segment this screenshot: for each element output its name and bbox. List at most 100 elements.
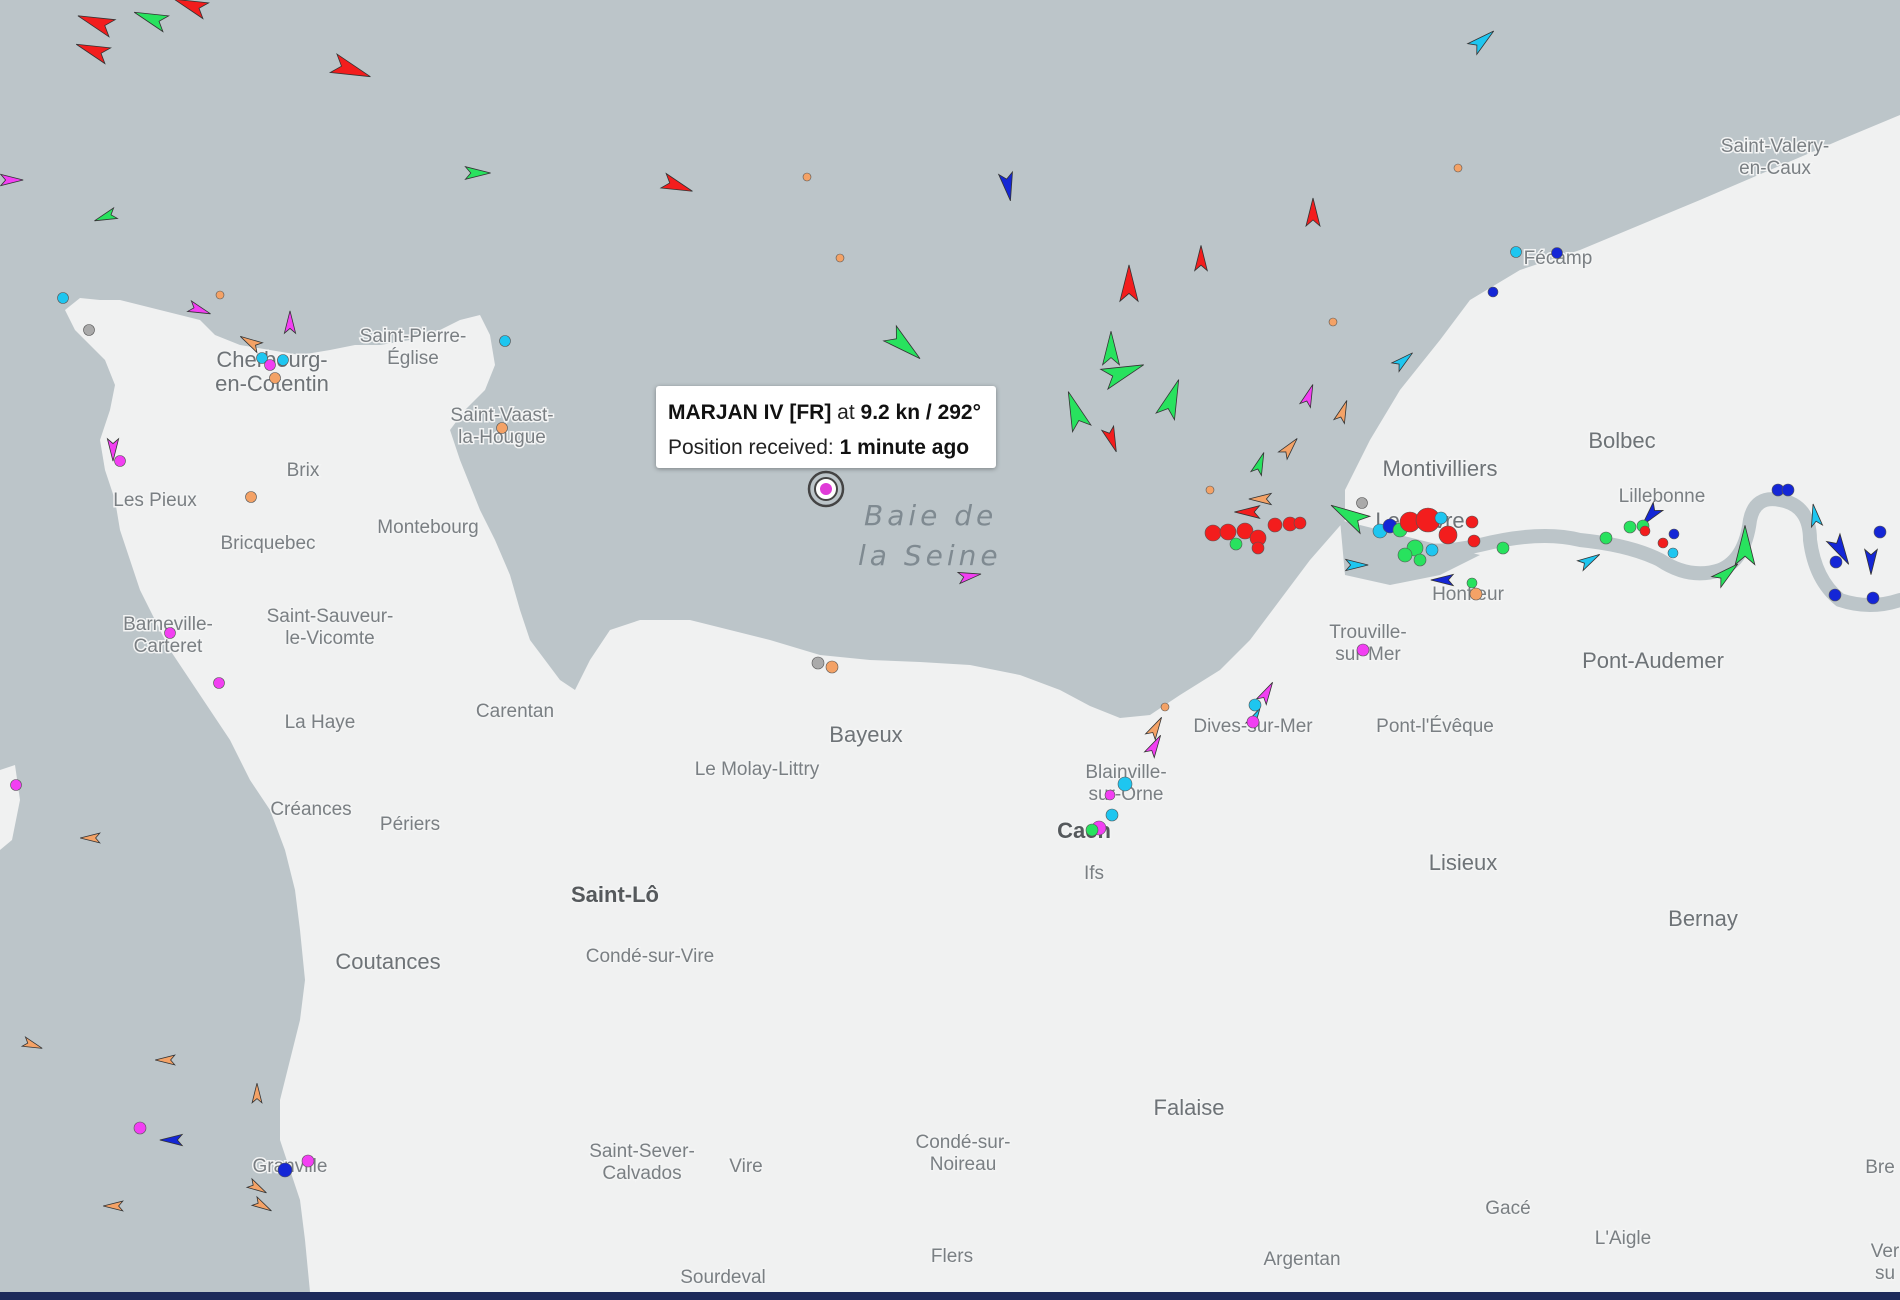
place-label-ifs: Ifs: [1084, 863, 1104, 884]
vessel-dot[interactable]: [1668, 528, 1680, 540]
place-label-falaise: Falaise: [1154, 1095, 1225, 1120]
place-label-carentan: Carentan: [476, 701, 554, 722]
vessel-dot[interactable]: [133, 1121, 147, 1135]
place-label-sourdeval: Sourdeval: [680, 1267, 766, 1288]
vessel-dot[interactable]: [269, 372, 281, 384]
vessel-dot[interactable]: [277, 1162, 293, 1178]
vessel-dot[interactable]: [10, 779, 22, 791]
vessel-dot[interactable]: [1085, 823, 1099, 837]
position-label: Position received:: [668, 436, 834, 459]
vessel-dot[interactable]: [1465, 515, 1479, 529]
place-label-bre: Bre: [1865, 1157, 1895, 1178]
place-label-conde-sur-vire: Condé-sur-Vire: [586, 946, 714, 967]
place-label-montebourg: Montebourg: [377, 517, 478, 538]
vessel-dot[interactable]: [499, 335, 511, 347]
place-label-saint-lo: Saint-Lô: [571, 882, 659, 907]
place-label-la-haye: La Haye: [285, 712, 356, 733]
vessel-dot[interactable]: [1267, 517, 1283, 533]
vessel-dot[interactable]: [1229, 537, 1243, 551]
vessel-dot[interactable]: [1248, 698, 1262, 712]
vessel-dot[interactable]: [57, 292, 69, 304]
vessel-dot[interactable]: [114, 455, 126, 467]
vessel-dot[interactable]: [1466, 577, 1478, 589]
vessel-dot[interactable]: [1639, 525, 1651, 537]
vessel-dot[interactable]: [1205, 485, 1215, 495]
vessel-dot[interactable]: [1453, 163, 1463, 173]
vessel-dot[interactable]: [1438, 525, 1458, 545]
vessel-dot[interactable]: [1251, 541, 1265, 555]
place-label-trouville: Trouville-sur-Mer: [1329, 622, 1406, 665]
vessel-dot[interactable]: [1496, 541, 1510, 555]
place-label-le-molay: Le Molay-Littry: [695, 759, 820, 780]
vessel-dot[interactable]: [264, 359, 276, 371]
vessel-dot[interactable]: [1434, 511, 1448, 525]
vessel-name[interactable]: MARJAN IV [FR]: [668, 401, 831, 424]
vessel-dot[interactable]: [213, 677, 225, 689]
vessel-dot[interactable]: [1551, 247, 1563, 259]
vessel-dot[interactable]: [164, 627, 176, 639]
vessel-dot[interactable]: [1487, 286, 1499, 298]
vessel-dot[interactable]: [1657, 537, 1669, 549]
bottom-bar: [0, 1292, 1900, 1300]
vessel-dot[interactable]: [1356, 497, 1368, 509]
vessel-dot[interactable]: [1599, 531, 1613, 545]
vessel-dot[interactable]: [1828, 588, 1842, 602]
place-label-laigle: L'Aigle: [1595, 1228, 1651, 1249]
place-label-lillebonne: Lillebonne: [1619, 486, 1706, 507]
place-label-cherbourg: Cherbourg-en-Cotentin: [215, 347, 329, 396]
place-label-saint-sauveur: Saint-Sauveur-le-Vicomte: [267, 606, 394, 649]
vessel-dot[interactable]: [1293, 516, 1307, 530]
vessel-dot[interactable]: [1104, 789, 1116, 801]
vessel-dot[interactable]: [1467, 534, 1481, 548]
vessel-dot[interactable]: [1246, 715, 1260, 729]
vessel-map[interactable]: Baie de la Seine Saint-Valery-en-CauxFéc…: [0, 0, 1900, 1300]
place-label-vire: Vire: [729, 1156, 762, 1177]
vessel-dot[interactable]: [277, 354, 289, 366]
vessel-dot[interactable]: [1469, 587, 1483, 601]
vessel-dot[interactable]: [1219, 523, 1237, 541]
vessel-dot[interactable]: [215, 290, 225, 300]
place-label-coutances: Coutances: [335, 949, 440, 974]
vessel-dot[interactable]: [802, 172, 812, 182]
vessel-dot[interactable]: [1829, 555, 1843, 569]
vessel-dot[interactable]: [245, 491, 257, 503]
place-label-bernay: Bernay: [1668, 906, 1738, 931]
vessel-dot[interactable]: [1623, 520, 1637, 534]
vessel-dot[interactable]: [1328, 317, 1338, 327]
vessel-popup: MARJAN IV [FR] at 9.2 kn / 292° Position…: [656, 386, 996, 468]
vessel-popup-line2: Position received: 1 minute ago: [668, 430, 984, 465]
place-label-flers: Flers: [931, 1246, 973, 1267]
vessel-dot[interactable]: [301, 1154, 315, 1168]
selected-vessel-marker[interactable]: [807, 470, 845, 508]
vessel-dot[interactable]: [811, 656, 825, 670]
place-label-lisieux: Lisieux: [1429, 850, 1497, 875]
vessel-popup-line1: MARJAN IV [FR] at 9.2 kn / 292°: [668, 395, 984, 430]
vessel-dot[interactable]: [1397, 547, 1413, 563]
place-label-les-pieux: Les Pieux: [113, 490, 197, 511]
vessel-dot[interactable]: [1873, 525, 1887, 539]
vessel-dot[interactable]: [83, 324, 95, 336]
vessel-speed-course: 9.2 kn / 292°: [860, 401, 982, 424]
vessel-dot[interactable]: [1425, 543, 1439, 557]
sea-label-line1: Baie de: [864, 499, 997, 532]
vessel-dot[interactable]: [1356, 643, 1370, 657]
vessel-dot[interactable]: [1105, 808, 1119, 822]
vessel-dot[interactable]: [1510, 246, 1522, 258]
vessel-dot[interactable]: [1117, 776, 1133, 792]
vessel-dot[interactable]: [1160, 702, 1170, 712]
place-label-argentan: Argentan: [1263, 1249, 1340, 1270]
place-label-bricquebec: Bricquebec: [220, 533, 315, 554]
vessel-dot[interactable]: [1413, 553, 1427, 567]
vessel-dot[interactable]: [1204, 524, 1222, 542]
place-label-pont-leveque: Pont-l'Évêque: [1376, 716, 1494, 737]
place-label-periers: Périers: [380, 814, 440, 835]
vessel-dot[interactable]: [825, 660, 839, 674]
place-label-bayeux: Bayeux: [829, 722, 902, 747]
sea-label-line2: la Seine: [858, 539, 1002, 572]
vessel-dot[interactable]: [496, 422, 508, 434]
vessel-dot[interactable]: [835, 253, 845, 263]
vessel-dot[interactable]: [1781, 483, 1795, 497]
place-label-saint-sever: Saint-Sever-Calvados: [589, 1141, 695, 1184]
vessel-dot[interactable]: [1866, 591, 1880, 605]
vessel-dot[interactable]: [1667, 547, 1679, 559]
